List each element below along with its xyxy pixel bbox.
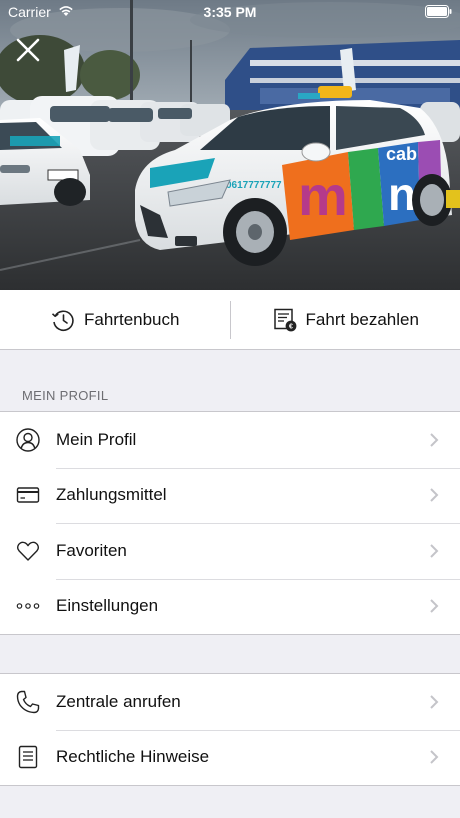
status-time: 3:35 PM (203, 4, 257, 20)
taxi-fleet-photo: m cab n 0617777777 (0, 0, 460, 290)
fahrtenbuch-button[interactable]: Fahrtenbuch (0, 290, 230, 349)
list-item-label: Favoriten (56, 540, 127, 560)
history-icon (51, 309, 74, 331)
svg-text:m: m (298, 164, 348, 227)
document-icon (15, 744, 41, 770)
close-button[interactable] (10, 32, 46, 68)
list-item-einstellungen[interactable]: Einstellungen (0, 578, 460, 635)
list-item-label: Zentrale anrufen (56, 691, 181, 711)
list-item-label: Einstellungen (56, 596, 159, 616)
status-bar: Carrier 3:35 PM (0, 0, 460, 24)
fahrtenbuch-label: Fahrtenbuch (84, 309, 180, 329)
chevron-right-icon (430, 599, 439, 613)
chevron-right-icon (430, 750, 439, 764)
list-item-zentrale-anrufen[interactable]: Zentrale anrufen (0, 674, 460, 730)
chevron-right-icon (430, 544, 439, 558)
fahrt-bezahlen-button[interactable]: € Fahrt bezahlen (231, 290, 460, 349)
phone-icon (15, 689, 41, 715)
list-item-rechtliche-hinweise[interactable]: Rechtliche Hinweise (0, 729, 460, 786)
list-item-favoriten[interactable]: Favoriten (0, 523, 460, 579)
profile-list: Mein Profil Zahlungsmittel Favoriten Ein… (0, 411, 460, 635)
list-item-label: Zahlungsmittel (56, 485, 167, 505)
close-icon (16, 38, 40, 62)
svg-text:0617777777: 0617777777 (226, 180, 282, 191)
list-item-mein-profil[interactable]: Mein Profil (0, 412, 460, 468)
svg-text:€: € (289, 323, 293, 330)
list-item-label: Rechtliche Hinweise (56, 747, 210, 767)
support-list: Zentrale anrufen Rechtliche Hinweise (0, 673, 460, 786)
list-item-zahlungsmittel[interactable]: Zahlungsmittel (0, 467, 460, 524)
battery-icon (425, 5, 452, 18)
svg-text:n: n (388, 168, 416, 220)
hero-image: m cab n 0617777777 Carrier 3:35 PM (0, 0, 460, 290)
chevron-right-icon (430, 488, 439, 502)
section-header-profile: MEIN PROFIL (22, 388, 109, 403)
chevron-right-icon (430, 433, 439, 447)
fahrt-bezahlen-label: Fahrt bezahlen (305, 309, 419, 329)
svg-text:cab: cab (386, 144, 417, 164)
receipt-pay-icon: € (273, 308, 296, 331)
credit-card-icon (15, 482, 41, 508)
action-bar: Fahrtenbuch € Fahrt bezahlen (0, 290, 460, 350)
user-icon (15, 427, 41, 453)
chevron-right-icon (430, 695, 439, 709)
heart-icon (15, 538, 41, 564)
list-item-label: Mein Profil (56, 429, 137, 449)
more-dots-icon (15, 593, 41, 619)
